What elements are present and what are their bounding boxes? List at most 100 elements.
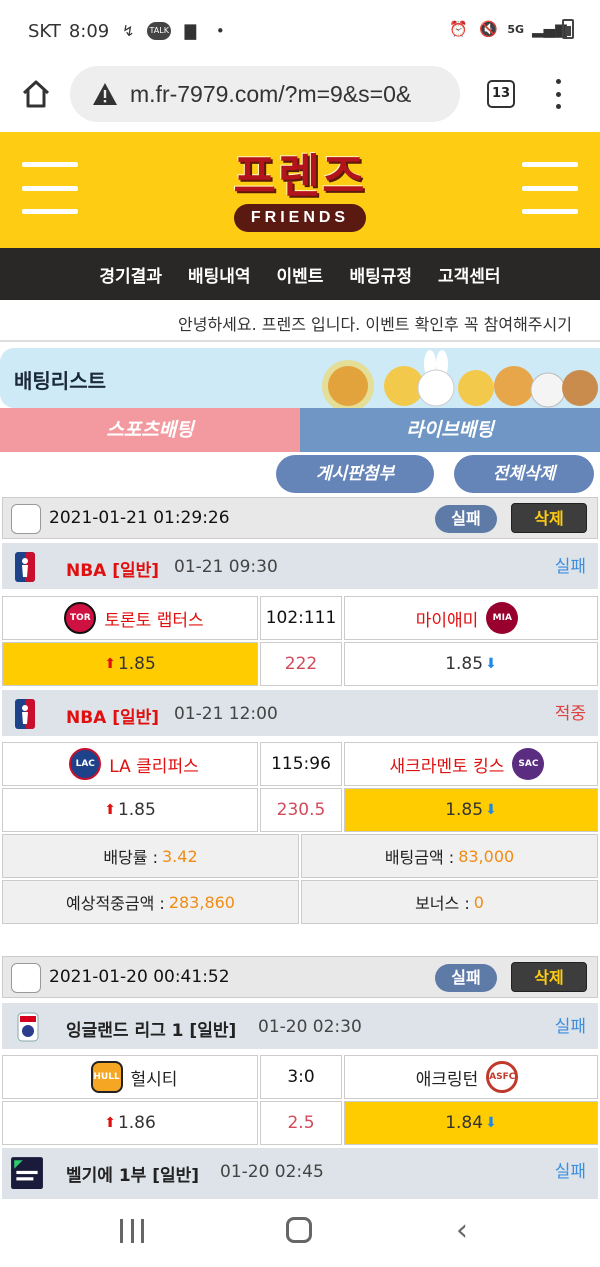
home-team-name: 헐시티 (130, 1069, 178, 1090)
mute-icon: 🔇 (478, 20, 498, 38)
game-result: 실패 (554, 1017, 586, 1037)
browser-menu-icon[interactable] (548, 76, 568, 112)
nav-rules[interactable]: 배팅규정 (349, 262, 412, 287)
slip-status-badge: 실패 (435, 964, 497, 992)
bet-list-banner: 배팅리스트 (0, 348, 600, 408)
ticker-text: 안녕하세요. 프렌즈 입니다. 이벤트 확인후 꼭 참여해주시기 (178, 315, 572, 334)
home-team-cell: HULL 헐시티 (2, 1055, 258, 1099)
down-arrow-icon: ⬇ (485, 656, 497, 672)
status-bar: SKT 8:09 ↯ TALK ▇ • ⏰ 🔇 5G ▂▄▆ (0, 0, 600, 60)
slip-checkbox[interactable] (11, 963, 41, 993)
game-time: 01-20 02:30 (258, 1017, 362, 1037)
list-actions: 게시판첨부 전체삭제 (0, 455, 600, 493)
attach-to-board-button[interactable]: 게시판첨부 (276, 455, 434, 493)
home-odd: 1.86 (117, 1113, 156, 1133)
alarm-icon: ⏰ (448, 20, 468, 38)
slip-status-badge: 실패 (435, 505, 497, 533)
site-logo[interactable]: 프렌즈 FRIENDS (210, 140, 390, 238)
away-odd: 1.85 (445, 800, 484, 820)
home-team-name: 토론토 랩터스 (104, 610, 204, 631)
away-team-cell: 새크라멘토 킹스 SAC (344, 742, 598, 786)
expected-win-value: 283,860 (168, 892, 235, 912)
game-header: 벨기에 1부 [일반] 01-20 02:45 실패 (2, 1148, 598, 1199)
right-menu-icon[interactable] (522, 162, 578, 214)
slip-delete-button[interactable]: 삭제 (511, 503, 587, 533)
game-header: NBA [일반] 01-21 12:00 적중 (2, 690, 598, 736)
signal-icon: ▂▄▆ (532, 20, 567, 38)
gallery-icon: ▇ (184, 22, 197, 40)
home-odd: 1.85 (117, 800, 156, 820)
game-result: 실패 (554, 557, 586, 577)
game-result: 실패 (554, 1162, 586, 1182)
logo-korean: 프렌즈 (233, 149, 367, 203)
battery-icon (562, 19, 574, 39)
url-text: m.fr-7979.com/?m=9&s=0& (130, 80, 412, 107)
home-team-cell: TOR 토론토 랩터스 (2, 596, 258, 640)
game-time: 01-21 12:00 (174, 704, 278, 724)
hull-city-logo-icon: HULL (90, 1061, 123, 1093)
nba-logo-icon (15, 552, 35, 582)
line-cell: 230.5 (260, 788, 342, 832)
raptors-logo-icon: TOR (64, 602, 97, 634)
slip-checkbox[interactable] (11, 504, 41, 534)
carrier-label: SKT (28, 20, 61, 42)
away-team-cell: 애크링턴 ASFC (344, 1055, 598, 1099)
score-cell: 115:96 (260, 742, 342, 786)
line-cell: 2.5 (260, 1101, 342, 1145)
slip-delete-button[interactable]: 삭제 (511, 962, 587, 992)
away-odd-cell[interactable]: 1.85 ⬇ (344, 642, 598, 686)
site-header: 프렌즈 FRIENDS (0, 132, 600, 248)
nav-support[interactable]: 고객센터 (438, 262, 501, 287)
left-menu-icon[interactable] (22, 162, 78, 214)
slip-datetime: 2021-01-21 01:29:26 (49, 508, 230, 528)
back-icon[interactable]: ‹ (456, 1213, 468, 1248)
delete-all-button[interactable]: 전체삭제 (454, 455, 594, 493)
down-arrow-icon: ⬇ (485, 802, 497, 818)
bonus-summary: 보너스 : 0 (301, 880, 598, 924)
pro-league-logo-icon (11, 1157, 43, 1189)
home-team-cell: LAC LA 클리퍼스 (2, 742, 258, 786)
slip-datetime: 2021-01-20 00:41:52 (49, 967, 230, 987)
game-time: 01-21 09:30 (174, 557, 278, 577)
score-cell: 3:0 (260, 1055, 342, 1099)
bet-amount-value: 83,000 (458, 846, 515, 866)
recent-apps-icon[interactable] (120, 1219, 144, 1243)
tab-switcher-button[interactable]: 13 (487, 80, 515, 108)
kakaotalk-icon: TALK (147, 22, 172, 40)
away-team-name: 마이애미 (415, 610, 479, 631)
nav-results[interactable]: 경기결과 (99, 262, 162, 287)
home-team-name: LA 클리퍼스 (109, 756, 199, 777)
home-icon[interactable] (20, 78, 52, 110)
nav-bet-history[interactable]: 배팅내역 (188, 262, 251, 287)
address-bar[interactable]: m.fr-7979.com/?m=9&s=0& (70, 66, 460, 122)
tab-live-betting[interactable]: 라이브배팅 (300, 408, 600, 452)
odds-value: 3.42 (162, 846, 198, 866)
away-odd: 1.84 (445, 1113, 484, 1133)
odds-summary: 배당률 : 3.42 (2, 834, 299, 878)
kings-logo-icon: SAC (512, 748, 545, 780)
nav-events[interactable]: 이벤트 (277, 262, 324, 287)
bet-type-tabs: 스포츠배팅 라이브배팅 (0, 408, 600, 452)
home-button-icon[interactable] (286, 1217, 312, 1243)
away-odd-cell[interactable]: 1.84 ⬇ (344, 1101, 598, 1145)
up-arrow-icon: ⬆ (104, 1115, 116, 1131)
score-cell: 102:111 (260, 596, 342, 640)
league-label: NBA [일반] (66, 561, 160, 581)
browser-toolbar: m.fr-7979.com/?m=9&s=0& 13 (0, 60, 600, 132)
up-arrow-icon: ⬆ (104, 802, 116, 818)
logo-english: FRIENDS (234, 204, 366, 232)
slip-header: 2021-01-20 00:41:52 실패 삭제 (2, 956, 598, 998)
league-label: 벨기에 1부 [일반] (66, 1166, 200, 1186)
more-notifications-icon: • (215, 22, 225, 40)
home-odd-cell[interactable]: ⬆ 1.86 (2, 1101, 258, 1145)
line-cell: 222 (260, 642, 342, 686)
away-team-name: 애크링턴 (415, 1069, 479, 1090)
away-odd-cell[interactable]: 1.85 ⬇ (344, 788, 598, 832)
tab-sports-betting[interactable]: 스포츠배팅 (0, 408, 300, 452)
bonus-label: 보너스 : (415, 894, 470, 913)
home-odd-cell[interactable]: ⬆ 1.85 (2, 642, 258, 686)
efl-logo-icon (17, 1012, 39, 1042)
bet-amount-label: 배팅금액 : (384, 848, 455, 867)
main-nav: 경기결과 배팅내역 이벤트 배팅규정 고객센터 (0, 248, 600, 300)
home-odd-cell[interactable]: ⬆ 1.85 (2, 788, 258, 832)
